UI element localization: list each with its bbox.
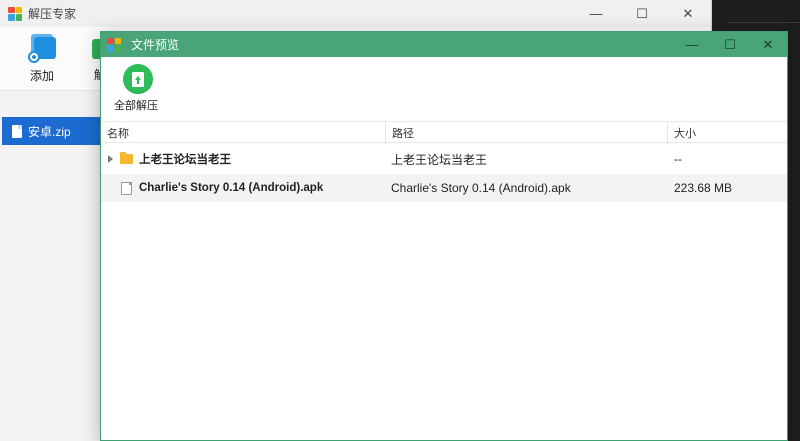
extract-all-label: 全部解压 bbox=[114, 100, 158, 112]
file-icon bbox=[12, 124, 22, 138]
archive-sidebar: 安卓.zip bbox=[0, 91, 100, 441]
column-header-name[interactable]: 名称 bbox=[101, 122, 385, 144]
sidebar-item-archive[interactable]: 安卓.zip bbox=[2, 117, 100, 145]
main-window-controls: — ☐ ✕ bbox=[573, 0, 711, 27]
table-row[interactable]: Charlie's Story 0.14 (Android).apk Charl… bbox=[101, 174, 787, 202]
row-name-cell: Charlie's Story 0.14 (Android).apk bbox=[121, 174, 384, 202]
extract-all-button[interactable]: 全部解压 bbox=[114, 64, 159, 113]
row-name: 上老王论坛当老王 bbox=[139, 154, 231, 166]
app-logo-icon bbox=[107, 37, 121, 52]
dialog-toolbar: 全部解压 bbox=[101, 57, 787, 121]
maximize-button[interactable]: ☐ bbox=[619, 0, 665, 27]
row-path: 上老王论坛当老王 bbox=[391, 152, 488, 167]
close-button[interactable]: ✕ bbox=[665, 0, 711, 27]
row-path: Charlie's Story 0.14 (Android).apk bbox=[391, 181, 571, 195]
add-archive-icon bbox=[28, 35, 56, 63]
file-preview-dialog: 文件预览 — ☐ ✕ 全部解压 名称 路径 大小 上老王论坛当老王 上老王论坛当… bbox=[100, 31, 788, 441]
column-header-path[interactable]: 路径 bbox=[385, 122, 667, 144]
folder-icon bbox=[120, 152, 133, 164]
background-divider bbox=[727, 22, 800, 23]
dialog-close-button[interactable]: ✕ bbox=[749, 32, 787, 57]
expand-arrow-icon[interactable] bbox=[108, 155, 113, 163]
column-header-size[interactable]: 大小 bbox=[667, 122, 787, 144]
add-button-label: 添加 bbox=[29, 69, 54, 83]
row-name: Charlie's Story 0.14 (Android).apk bbox=[139, 182, 324, 194]
dialog-minimize-button[interactable]: — bbox=[673, 32, 711, 57]
dialog-maximize-button[interactable]: ☐ bbox=[711, 32, 749, 57]
extract-icon bbox=[123, 64, 153, 94]
table-row[interactable]: 上老王论坛当老王 上老王论坛当老王 -- bbox=[101, 145, 787, 173]
row-size: 223.68 MB bbox=[674, 181, 733, 195]
file-icon bbox=[121, 181, 132, 195]
dialog-title: 文件预览 bbox=[131, 38, 180, 52]
app-logo-icon bbox=[8, 6, 22, 21]
sidebar-item-label: 安卓.zip bbox=[28, 124, 71, 139]
dialog-window-controls: — ☐ ✕ bbox=[673, 32, 787, 57]
row-size: -- bbox=[674, 152, 682, 166]
minimize-button[interactable]: — bbox=[573, 0, 619, 27]
row-name-cell: 上老王论坛当老王 bbox=[108, 145, 384, 173]
main-window-title: 解压专家 bbox=[28, 7, 77, 21]
add-button[interactable]: 添加 bbox=[22, 35, 62, 84]
dialog-titlebar: 文件预览 — ☐ ✕ bbox=[101, 32, 787, 57]
main-titlebar: 解压专家 — ☐ ✕ bbox=[0, 0, 711, 27]
file-table-header: 名称 路径 大小 bbox=[101, 121, 787, 144]
